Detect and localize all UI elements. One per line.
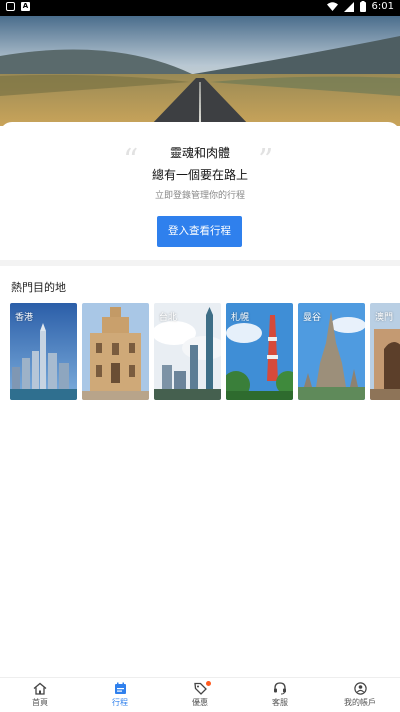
section-divider [0, 260, 400, 266]
login-button[interactable]: 登入查看行程 [157, 216, 242, 247]
nav-label: 我的帳戶 [344, 698, 376, 707]
home-icon [33, 682, 47, 695]
nav-label: 行程 [112, 698, 128, 707]
destination-label: 札幌 [231, 313, 250, 323]
destination-card-hongkong[interactable]: 香港 [10, 303, 77, 400]
nav-label: 首頁 [32, 698, 48, 707]
nav-item-support[interactable]: 客服 [240, 678, 320, 712]
bottom-nav: 首頁 行程 優惠 客服 我的帳戶 [0, 677, 400, 712]
destination-label: 澳門 [375, 313, 394, 323]
nav-label: 客服 [272, 698, 288, 707]
destination-label: 香港 [15, 313, 34, 323]
destination-label: 台北 [159, 313, 178, 323]
slogan-line-2: 總有一個要在路上 [151, 168, 248, 182]
nav-item-itinerary[interactable]: 行程 [80, 678, 160, 712]
user-icon [353, 682, 367, 695]
nav-item-discount[interactable]: 優惠 [160, 678, 240, 712]
destination-carousel[interactable]: 香港 台北 札幌 曼谷 澳門 [10, 303, 400, 401]
destination-card-bangkok[interactable]: 曼谷 [298, 303, 365, 400]
login-subtitle: 立即登錄管理你的行程 [154, 191, 245, 201]
destination-card-sapporo[interactable]: 札幌 [226, 303, 293, 400]
nav-item-account[interactable]: 我的帳戶 [320, 678, 400, 712]
itinerary-icon [114, 682, 126, 694]
slogan-line-1: 靈魂和肉體 [169, 146, 230, 160]
app-notification-icon [6, 2, 15, 11]
destination-card-ruins[interactable] [82, 303, 149, 400]
clock: 6:01 [371, 1, 394, 12]
hero-road-image [0, 16, 400, 126]
discount-tag-icon [194, 682, 207, 695]
wifi-icon [326, 2, 338, 11]
destination-card-taipei[interactable]: 台北 [154, 303, 221, 400]
headset-icon [274, 682, 286, 695]
nav-label: 優惠 [192, 698, 208, 707]
battery-icon [359, 1, 366, 12]
login-prompt-card: “ ” 靈魂和肉體 總有一個要在路上 立即登錄管理你的行程 登入查看行程 [0, 122, 400, 260]
notification-dot [206, 681, 211, 686]
section-title-popular-destinations: 熱門目的地 [11, 281, 66, 294]
a-notification-icon: A [21, 2, 30, 11]
nav-item-home[interactable]: 首頁 [0, 678, 80, 712]
destination-card-macau[interactable]: 澳門 [370, 303, 400, 400]
destination-label: 曼谷 [303, 313, 322, 323]
status-bar: A 6:01 [0, 0, 400, 16]
signal-icon [343, 1, 354, 12]
